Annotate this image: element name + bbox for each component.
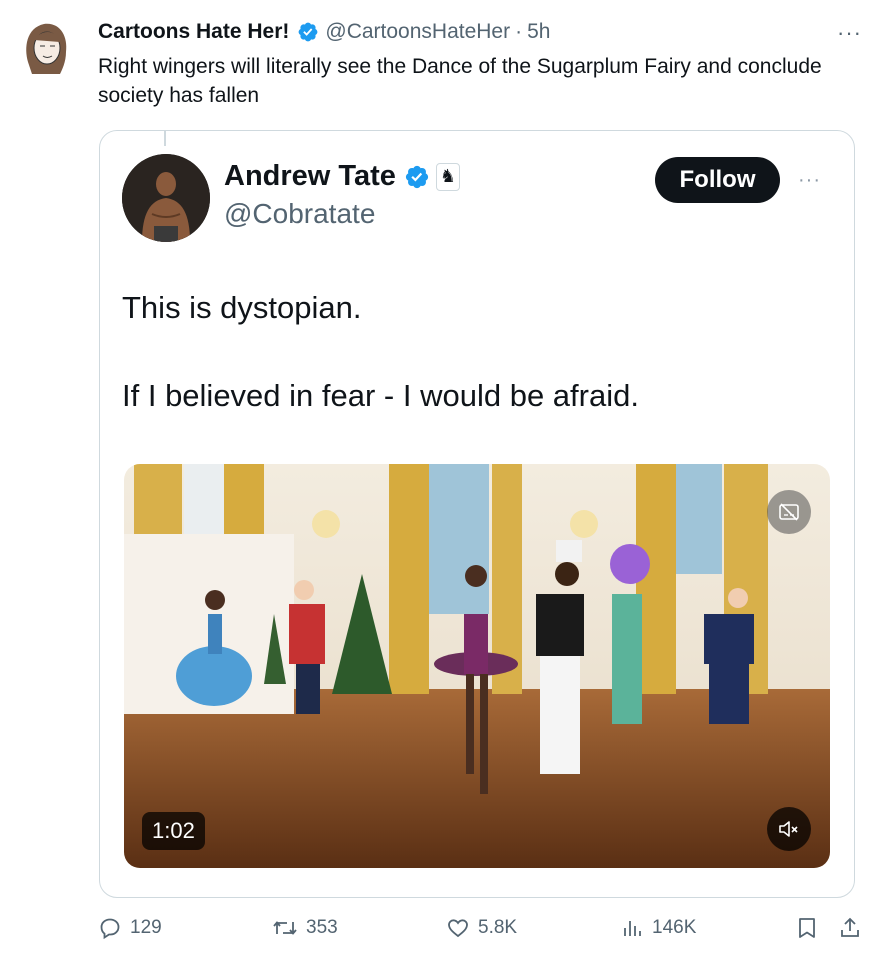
quoted-more-options-button[interactable]: ···: [798, 170, 821, 190]
author-name[interactable]: Cartoons Hate Her!: [98, 20, 289, 44]
bookmark-button[interactable]: [796, 916, 826, 940]
separator-dot: ·: [515, 20, 523, 43]
repost-count: 353: [306, 917, 338, 938]
repost-button[interactable]: 353: [272, 916, 338, 940]
captions-icon: [779, 503, 799, 521]
like-button[interactable]: 5.8K: [446, 916, 517, 940]
quoted-author-avatar[interactable]: [122, 154, 210, 242]
tweet-time[interactable]: 5h: [527, 20, 550, 44]
verified-badge-icon: [298, 22, 318, 42]
tweet-header: Cartoons Hate Her! @CartoonsHateHer · 5h: [98, 20, 550, 44]
quoted-author-name-row: Andrew Tate ♞: [224, 160, 460, 193]
action-bar: 129 353 5.8K 146K: [0, 916, 872, 948]
view-count: 146K: [652, 917, 697, 938]
bookmark-icon: [799, 918, 815, 938]
quoted-text-line-2: If I believed in fear - I would be afrai…: [122, 378, 639, 413]
views-icon: [624, 921, 641, 936]
repost-icon: [273, 921, 297, 935]
quoted-text-line-1: This is dystopian.: [122, 290, 362, 325]
author-avatar[interactable]: [22, 18, 70, 78]
like-icon: [448, 919, 468, 938]
more-options-button[interactable]: ···: [837, 22, 862, 44]
video-frame: [124, 464, 830, 868]
author-handle[interactable]: @CartoonsHateHer: [325, 20, 510, 44]
video-duration: 1:02: [142, 812, 205, 850]
quoted-author-name[interactable]: Andrew Tate: [224, 160, 396, 193]
reply-button[interactable]: 129: [98, 916, 162, 940]
thread-line: [164, 130, 166, 146]
captions-button[interactable]: [767, 490, 811, 534]
video-player[interactable]: 1:02: [124, 464, 830, 868]
follow-button[interactable]: Follow: [655, 157, 780, 203]
share-button[interactable]: [838, 916, 870, 940]
reply-icon: [100, 918, 120, 940]
views-button[interactable]: 146K: [620, 916, 696, 940]
quoted-author-handle[interactable]: @Cobratate: [224, 198, 375, 230]
like-count: 5.8K: [478, 917, 518, 938]
mute-button[interactable]: [767, 807, 811, 851]
verified-badge-icon: [405, 165, 428, 188]
reply-count: 129: [130, 917, 162, 938]
chess-knight-icon: ♞: [435, 162, 460, 191]
share-icon: [841, 917, 859, 937]
mute-icon: [779, 821, 798, 837]
tweet-text: Right wingers will literally see the Dan…: [98, 55, 822, 107]
